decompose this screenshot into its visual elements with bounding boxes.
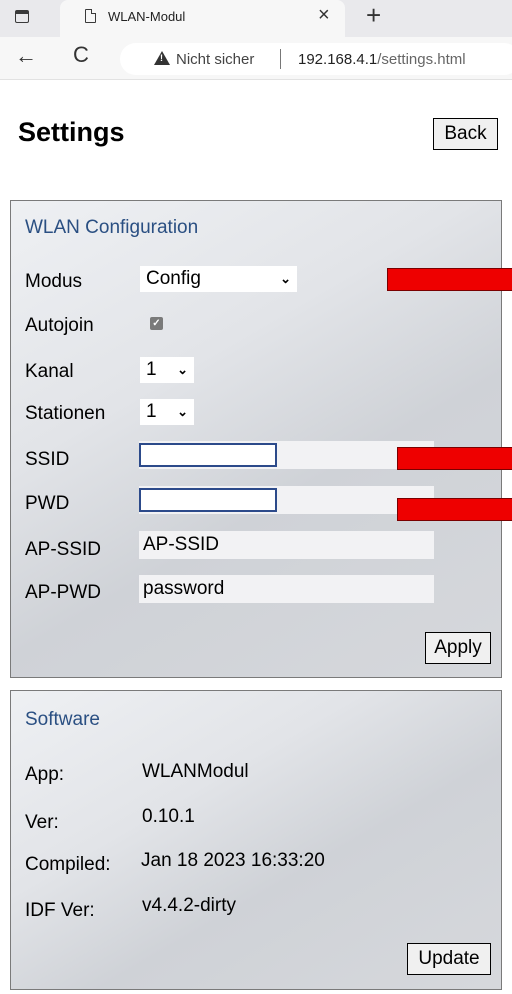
stationen-value: 1 [146, 401, 157, 422]
tab-title: WLAN-Modul [108, 9, 186, 24]
app-label: App: [25, 764, 65, 785]
wlan-configuration-panel: WLAN Configuration Modus Config ⌄ Autojo… [10, 200, 512, 678]
kanal-select[interactable]: 1 ⌄ [140, 357, 194, 383]
browser-tab-bar: WLAN-Modul × + [0, 0, 512, 37]
chevron-down-icon: ⌄ [280, 271, 291, 286]
ap-pwd-input[interactable]: password [139, 575, 434, 603]
reload-icon[interactable]: C [73, 43, 89, 67]
url-input[interactable]: Nicht sicher 192.168.4.1/settings.html [120, 43, 512, 75]
stationen-label: Stationen [25, 403, 106, 424]
apply-button[interactable]: Apply [425, 632, 491, 664]
divider [280, 49, 281, 69]
ap-ssid-label: AP-SSID [25, 539, 102, 560]
idf-ver-value: v4.4.2-dirty [142, 895, 236, 916]
browser-tab[interactable]: WLAN-Modul × [60, 0, 345, 37]
software-section-heading: Software [25, 709, 100, 730]
software-panel: Software App: WLANModul Ver: 0.10.1 Comp… [10, 690, 502, 990]
ver-value: 0.10.1 [142, 806, 195, 827]
compiled-label: Compiled: [25, 854, 111, 875]
page-icon [85, 9, 96, 23]
tab-actions-icon[interactable] [15, 10, 29, 23]
idf-ver-label: IDF Ver: [25, 900, 95, 921]
redaction-block [397, 498, 512, 521]
chevron-down-icon: ⌄ [177, 362, 188, 377]
url-text[interactable]: 192.168.4.1/settings.html [298, 51, 466, 68]
chevron-down-icon: ⌄ [177, 404, 188, 419]
close-icon[interactable]: × [318, 5, 330, 25]
kanal-label: Kanal [25, 361, 74, 382]
redaction-mask [139, 488, 277, 512]
compiled-value: Jan 18 2023 16:33:20 [141, 850, 325, 871]
update-button[interactable]: Update [407, 943, 491, 975]
pwd-input[interactable] [139, 486, 434, 514]
url-host: 192.168.4.1 [298, 51, 378, 68]
app-value: WLANModul [142, 761, 249, 782]
url-path: /settings.html [377, 51, 466, 68]
address-bar: ← C Nicht sicher 192.168.4.1/settings.ht… [0, 37, 512, 80]
warning-icon[interactable] [154, 51, 170, 65]
stationen-select[interactable]: 1 ⌄ [140, 399, 194, 425]
redaction-block [387, 268, 512, 291]
ssid-label: SSID [25, 449, 70, 470]
plus-icon[interactable]: + [366, 2, 381, 28]
modus-value: Config [146, 268, 201, 289]
redaction-block [397, 447, 512, 470]
redaction-mask [139, 443, 277, 467]
ap-pwd-label: AP-PWD [25, 582, 101, 603]
modus-label: Modus [25, 271, 83, 292]
ap-ssid-input[interactable]: AP-SSID [139, 531, 434, 559]
autojoin-label: Autojoin [25, 315, 94, 336]
pwd-label: PWD [25, 493, 70, 514]
wlan-section-heading: WLAN Configuration [25, 217, 199, 238]
ssid-input[interactable] [139, 441, 434, 469]
kanal-value: 1 [146, 359, 157, 380]
security-status[interactable]: Nicht sicher [176, 51, 254, 68]
back-arrow-icon[interactable]: ← [15, 45, 37, 67]
page-title: Settings [18, 117, 125, 147]
autojoin-checkbox[interactable]: ✓ [150, 317, 163, 330]
modus-select[interactable]: Config ⌄ [140, 266, 297, 292]
ver-label: Ver: [25, 812, 59, 833]
back-button[interactable]: Back [433, 118, 498, 150]
